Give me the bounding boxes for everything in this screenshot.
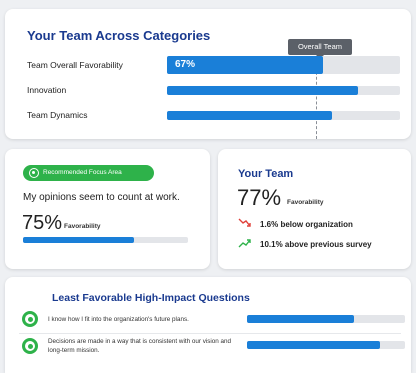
overall-favorability-bar-fill: 67% <box>167 56 324 74</box>
your-team-title: Your Team <box>238 168 294 180</box>
question-favorability-bar-fill <box>247 341 380 349</box>
target-icon <box>22 338 38 354</box>
team-categories-card: Your Team Across Categories Overall Team… <box>5 9 411 139</box>
question-favorability-bar[interactable] <box>247 341 405 349</box>
your-team-card[interactable]: Your Team 77% Favorability 1.6% below or… <box>218 149 411 269</box>
focus-favorability-bar-fill <box>23 237 134 243</box>
focus-statement: My opinions seem to count at work. <box>23 192 180 203</box>
team-dynamics-bar-fill <box>167 111 333 120</box>
least-favorable-title: Least Favorable High-Impact Questions <box>52 292 250 304</box>
team-categories-title: Your Team Across Categories <box>27 28 211 43</box>
target-icon <box>29 168 39 178</box>
overall-team-tooltip: Overall Team <box>288 39 352 59</box>
row-label-innovation: Innovation <box>27 85 67 95</box>
target-icon <box>22 311 38 327</box>
least-favorable-card: Least Favorable High-Impact Questions I … <box>5 277 411 373</box>
trend-down-icon <box>238 218 251 227</box>
your-team-favorability-value: 77% <box>237 185 282 210</box>
row-label-team-dynamics: Team Dynamics <box>27 110 88 120</box>
delta-above-previous-survey: 10.1% above previous survey <box>260 240 372 249</box>
question-text: I know how I fit into the organization's… <box>48 316 189 323</box>
your-team-favorability-label: Favorability <box>287 199 324 206</box>
team-dynamics-bar[interactable] <box>167 111 400 120</box>
innovation-bar-fill <box>167 86 359 95</box>
delta-below-organization: 1.6% below organization <box>260 220 353 229</box>
overall-favorability-value: 67% <box>175 59 196 70</box>
recommended-focus-badge-label: Recommended Focus Area <box>43 169 122 176</box>
focus-favorability-label: Favorability <box>64 223 101 230</box>
focus-favorability-bar <box>23 237 188 243</box>
overall-favorability-bar[interactable]: 67% <box>167 56 400 74</box>
focus-favorability-value: 75% <box>22 212 63 234</box>
recommended-focus-badge: Recommended Focus Area <box>23 165 154 181</box>
question-favorability-bar[interactable] <box>247 315 405 323</box>
row-label-overall-favorability: Team Overall Favorability <box>27 60 123 70</box>
question-divider <box>19 333 401 334</box>
trend-up-icon <box>238 239 251 248</box>
question-favorability-bar-fill <box>247 315 355 323</box>
question-text: Decisions are made in a way that is cons… <box>48 338 232 354</box>
innovation-bar[interactable] <box>167 86 400 95</box>
focus-area-card[interactable]: Recommended Focus Area My opinions seem … <box>5 149 210 269</box>
